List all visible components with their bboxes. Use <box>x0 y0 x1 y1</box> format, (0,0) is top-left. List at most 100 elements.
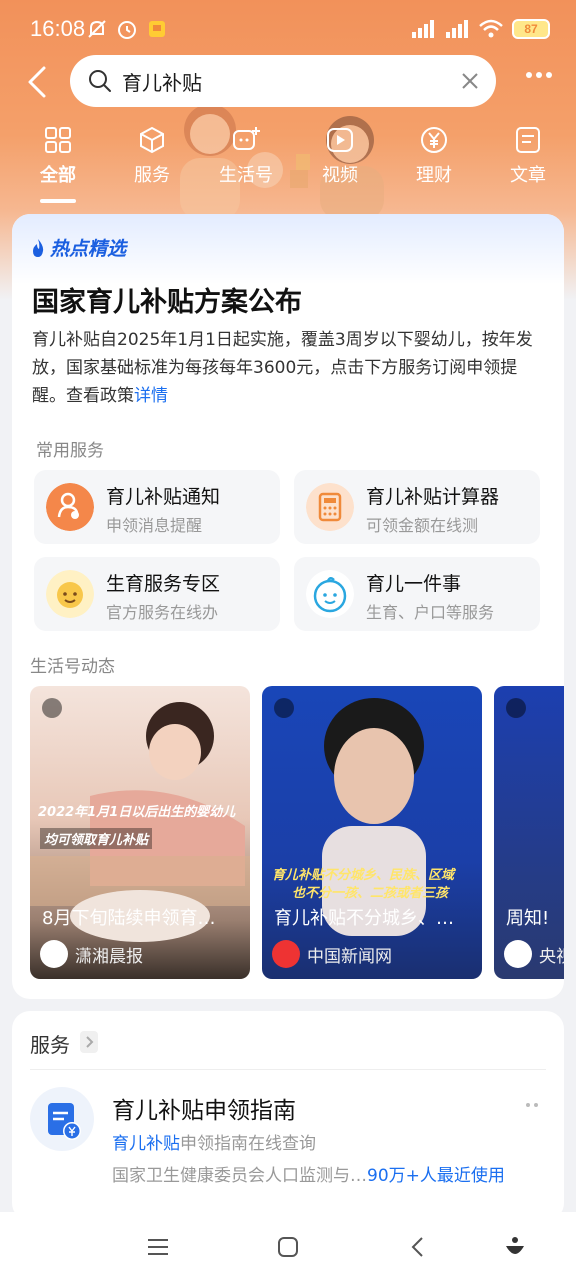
hot-topics-card: 热点精选 国家育儿补贴方案公布 育儿补贴自2025年1月1日起实施，覆盖3周岁以… <box>12 214 564 999</box>
guide-subtitle-text: 申领指南在线查询 <box>180 1134 316 1154</box>
guide-meta: 国家卫生健康委员会人口监测与…90万+人最近使用 <box>112 1161 552 1186</box>
yen-icon <box>421 127 447 153</box>
news-headline[interactable]: 国家育儿补贴方案公布 <box>32 280 302 319</box>
video-caption: 2022年1月1日以后出生的婴幼儿 <box>38 805 236 820</box>
services-header[interactable]: 服务 <box>30 1029 70 1058</box>
news-description-text: 育儿补贴自2025年1月1日起实施，覆盖3周岁以下婴幼儿，按年发放，国家基础标准… <box>32 330 533 406</box>
category-tabs: 全部 服务 生活号 视频 理财 文章 <box>0 125 576 205</box>
tab-label: 生活号 <box>219 165 273 186</box>
tab-label: 文章 <box>510 165 546 186</box>
video-source: 中国新闻网 <box>307 947 392 967</box>
document-icon <box>516 127 540 153</box>
more-options-icon[interactable] <box>526 1103 538 1107</box>
life-updates-label: 生活号动态 <box>30 657 115 677</box>
close-icon[interactable] <box>460 71 480 91</box>
child-face-icon <box>306 570 354 618</box>
service-title: 生育服务专区 <box>106 573 221 595</box>
video-card[interactable]: 育儿补贴不分城乡、民族、区域 也不分一孩、二孩或者三孩 育儿补贴不分城乡、… 中… <box>262 686 482 979</box>
home-icon[interactable] <box>273 1232 303 1262</box>
mute-bell-icon <box>88 20 106 38</box>
service-birth-zone[interactable]: 生育服务专区 官方服务在线办 <box>34 557 280 631</box>
app-notification-icon <box>149 21 165 37</box>
tab-services[interactable]: 服务 <box>104 125 200 187</box>
guide-usage-count: 90万+人最近使用 <box>367 1166 505 1186</box>
baby-face-icon <box>46 570 94 618</box>
grid-icon <box>45 127 71 153</box>
tab-label: 理财 <box>416 165 452 186</box>
search-input[interactable]: 育儿补贴 <box>70 55 496 107</box>
news-description: 育儿补贴自2025年1月1日起实施，覆盖3周岁以下婴幼儿，按年发放，国家基础标准… <box>32 326 547 410</box>
battery-indicator: 87 <box>512 19 550 39</box>
service-title: 育儿补贴计算器 <box>366 486 500 508</box>
back-icon[interactable] <box>403 1232 433 1262</box>
tab-video[interactable]: 视频 <box>292 125 388 187</box>
more-options-button[interactable] <box>526 72 552 78</box>
active-tab-indicator <box>40 199 76 203</box>
video-title: 周知! <box>506 908 550 929</box>
video-thumbnail <box>322 698 426 936</box>
guide-provider: 国家卫生健康委员会人口监测与… <box>112 1166 367 1186</box>
tab-finance[interactable]: 理财 <box>386 125 482 187</box>
service-childcare-one-thing[interactable]: 育儿一件事 生育、户口等服务 <box>294 557 540 631</box>
tab-label: 全部 <box>40 165 76 186</box>
chat-plus-icon <box>233 127 260 150</box>
video-title: 育儿补贴不分城乡、… <box>274 908 454 929</box>
guide-document-icon <box>30 1087 94 1151</box>
video-card[interactable]: 2022年1月1日以后出生的婴幼儿 均可领取育儿补贴 8月下旬陆续申领育… 潇湘… <box>30 686 250 979</box>
source-logo-icon <box>504 940 532 968</box>
search-icon <box>89 70 111 92</box>
chevron-right-icon[interactable] <box>80 1031 98 1053</box>
details-link[interactable]: 详情 <box>134 386 168 406</box>
play-badge-icon <box>506 698 526 718</box>
status-bar: 16:08 87 <box>0 0 576 60</box>
video-caption: 育儿补贴不分城乡、民族、区域 <box>272 868 455 883</box>
flame-icon <box>33 238 44 257</box>
wifi-icon <box>479 19 503 38</box>
tab-all[interactable]: 全部 <box>10 125 106 187</box>
service-title: 育儿补贴通知 <box>106 486 221 508</box>
more-dot-icon <box>546 72 552 78</box>
play-badge-icon <box>274 698 294 718</box>
back-arrow-icon[interactable] <box>22 64 54 100</box>
services-card: 服务 育儿补贴申领指南 育儿补贴申领指南在线查询 国家卫生健康委员会人口监测与…… <box>12 1011 564 1221</box>
video-caption: 均可领取育儿补贴 <box>40 828 153 849</box>
signal-icon <box>412 20 434 38</box>
hot-picks-tag: 热点精选 <box>30 234 126 261</box>
video-source: 央视 <box>539 947 564 967</box>
calculator-icon <box>306 483 354 531</box>
more-dot-icon <box>536 72 542 78</box>
video-caption: 也不分一孩、二孩或者三孩 <box>292 886 449 901</box>
service-subsidy-calculator[interactable]: 育儿补贴计算器 可领金额在线测 <box>294 470 540 544</box>
source-logo-icon <box>272 940 300 968</box>
mother-baby-icon <box>46 483 94 531</box>
menu-icon[interactable] <box>143 1232 173 1262</box>
common-services-label: 常用服务 <box>36 441 104 461</box>
more-dot-icon <box>526 72 532 78</box>
play-badge-icon <box>42 698 62 718</box>
play-icon <box>327 128 353 152</box>
service-subtitle: 可领金额在线测 <box>366 516 479 535</box>
guide-title[interactable]: 育儿补贴申领指南 <box>112 1091 296 1125</box>
signal-icon-2 <box>446 20 468 38</box>
service-subtitle: 官方服务在线办 <box>106 603 219 622</box>
guide-subtitle: 育儿补贴申领指南在线查询 <box>112 1129 316 1154</box>
search-query: 育儿补贴 <box>122 71 202 95</box>
service-subsidy-notice[interactable]: 育儿补贴通知 申领消息提醒 <box>34 470 280 544</box>
tab-label: 视频 <box>322 165 358 186</box>
tab-label: 服务 <box>134 165 170 186</box>
assistant-icon[interactable] <box>500 1232 530 1262</box>
status-time: 16:08 <box>30 16 86 41</box>
service-subtitle: 申领消息提醒 <box>106 516 203 535</box>
system-nav-bar <box>0 1212 576 1280</box>
service-subtitle: 生育、户口等服务 <box>366 603 495 622</box>
tab-life[interactable]: 生活号 <box>198 125 294 187</box>
guide-subtitle-highlight: 育儿补贴 <box>112 1134 180 1154</box>
cube-icon <box>140 126 164 154</box>
source-logo-icon <box>40 940 68 968</box>
video-title: 8月下旬陆续申领育… <box>42 908 216 929</box>
service-title: 育儿一件事 <box>366 573 462 595</box>
video-card[interactable]: 周知! 央视 <box>494 686 564 979</box>
tab-articles[interactable]: 文章 <box>480 125 576 187</box>
alarm-icon <box>118 21 136 39</box>
hot-picks-label: 热点精选 <box>50 238 127 260</box>
